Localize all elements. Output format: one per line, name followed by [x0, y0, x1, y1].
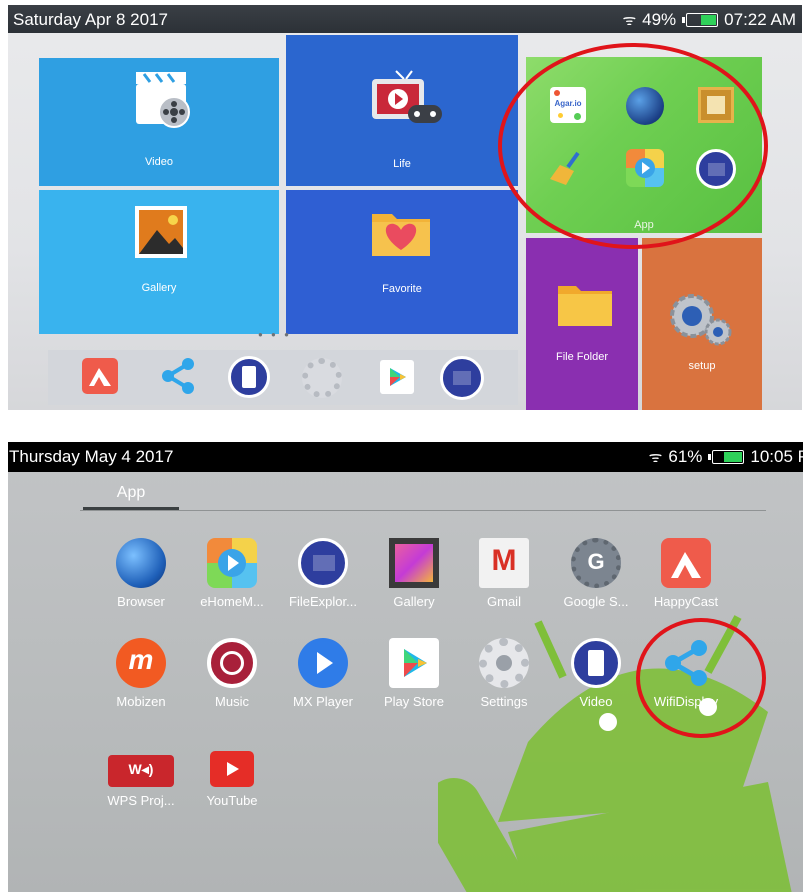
tv-gamepad-icon: [366, 65, 446, 130]
app-browser[interactable]: Browser: [97, 538, 185, 609]
tile-video[interactable]: Video: [39, 58, 279, 186]
browser-globe-icon: [116, 538, 166, 588]
app-label: Mobizen: [116, 694, 166, 709]
battery-fill: [701, 15, 717, 25]
app-label: Play Store: [384, 694, 444, 709]
app-label: Settings: [480, 694, 528, 709]
tile-setup[interactable]: setup: [642, 238, 762, 410]
app-label: HappyCast: [653, 594, 719, 609]
mx-player-icon: [298, 638, 348, 688]
setup-gears-icon: [666, 290, 736, 350]
status-right: ᯤ 49% 07:22 AM: [622, 10, 796, 30]
tile-favorite-label: Favorite: [382, 283, 422, 295]
play-store-icon[interactable]: [380, 360, 414, 394]
battery-percent: 61%: [668, 447, 703, 466]
dock: [48, 350, 518, 405]
youtube-icon: [210, 751, 254, 787]
tile-file-folder[interactable]: File Folder: [526, 238, 638, 410]
file-folder-icon: [556, 280, 614, 328]
app-gmail[interactable]: M Gmail: [460, 538, 548, 609]
folder-icon[interactable]: [440, 356, 484, 400]
app-label: Browser: [117, 594, 165, 609]
app-label: Video: [579, 694, 613, 709]
app-settings[interactable]: Settings: [460, 638, 548, 709]
favorite-folder-heart-icon: [370, 206, 432, 258]
mobizen-icon: m: [116, 638, 166, 688]
app-music[interactable]: Music: [188, 638, 276, 709]
tile-life[interactable]: Life: [286, 35, 518, 186]
gmail-icon: M: [479, 538, 529, 588]
app-mx-player[interactable]: MX Player: [279, 638, 367, 709]
status-right: ᯤ 61% 10:05 P: [649, 447, 803, 467]
status-time: 10:05 P: [750, 447, 803, 466]
app-ehomemedia[interactable]: eHomeM...: [188, 538, 276, 609]
app-label: WPS Proj...: [107, 793, 175, 808]
tab-divider: [80, 510, 766, 511]
share-icon[interactable]: [158, 356, 198, 396]
wifi-icon: ᯤ: [648, 449, 663, 466]
app-label: FileExplor...: [289, 594, 357, 609]
home-screen-panel: Saturday Apr 8 2017 ᯤ 49% 07:22 AM Video: [8, 5, 802, 410]
app-gallery[interactable]: Gallery: [370, 538, 458, 609]
app-label: Gallery: [393, 594, 435, 609]
tile-file-folder-label: File Folder: [556, 351, 608, 363]
battery-icon: [708, 450, 745, 464]
settings-gear-icon: [479, 638, 529, 688]
highlight-circle: [498, 43, 768, 249]
status-bar: Thursday May 4 2017 ᯤ 61% 10:05 P: [8, 442, 803, 472]
gallery-picture-icon: [133, 204, 189, 260]
status-time: 07:22 AM: [724, 10, 796, 29]
tile-gallery[interactable]: Gallery: [39, 190, 279, 334]
gmail-m-letter: M: [491, 544, 517, 577]
highlight-circle: [636, 618, 766, 738]
app-play-store[interactable]: Play Store: [370, 638, 458, 709]
wps-logo-text: W◂): [128, 761, 154, 777]
app-label: YouTube: [206, 793, 258, 808]
google-g-letter: G: [587, 549, 605, 574]
app-mobizen[interactable]: m Mobizen: [97, 638, 185, 709]
play-store-icon: [389, 638, 439, 688]
tile-setup-label: setup: [688, 360, 716, 372]
app-drawer-panel: Thursday May 4 2017 ᯤ 61% 10:05 P App Br…: [8, 442, 803, 892]
app-label: Gmail: [487, 594, 521, 609]
tile-life-label: Life: [393, 158, 411, 170]
video-clapper-icon: [134, 68, 194, 130]
battery-percent: 49%: [642, 10, 677, 29]
app-youtube[interactable]: YouTube: [188, 747, 276, 808]
app-google-settings[interactable]: G Google S...: [552, 538, 640, 609]
google-settings-icon: G: [571, 538, 621, 588]
wps-projector-icon: W◂): [108, 755, 174, 787]
app-video[interactable]: Video: [552, 638, 640, 709]
video-icon[interactable]: [228, 356, 270, 398]
app-happycast[interactable]: HappyCast: [642, 538, 730, 609]
status-date: Thursday May 4 2017: [9, 447, 174, 466]
tab-app[interactable]: App: [83, 478, 179, 510]
app-fileexplorer[interactable]: FileExplor...: [279, 538, 367, 609]
settings-icon[interactable]: [302, 358, 342, 398]
app-label: MX Player: [293, 694, 353, 709]
tile-video-label: Video: [145, 156, 173, 168]
app-label: Google S...: [563, 594, 629, 609]
status-bar: Saturday Apr 8 2017 ᯤ 49% 07:22 AM: [8, 5, 802, 33]
happycast-icon[interactable]: [82, 358, 118, 394]
video-film-icon: [571, 638, 621, 688]
gallery-icon: [389, 538, 439, 588]
battery-icon: [682, 13, 719, 27]
tile-gallery-label: Gallery: [141, 282, 177, 294]
wifi-icon: ᯤ: [622, 12, 637, 29]
mobizen-m-letter: m: [128, 644, 154, 675]
music-disc-icon: [207, 638, 257, 688]
happycast-icon: [661, 538, 711, 588]
battery-fill: [724, 452, 743, 462]
ehome-media-icon: [207, 538, 257, 588]
page-indicator: ● ● ●: [258, 330, 292, 339]
status-date: Saturday Apr 8 2017: [13, 10, 169, 29]
app-label: Music: [215, 694, 249, 709]
app-wps-projector[interactable]: W◂) WPS Proj...: [97, 747, 185, 808]
tile-favorite[interactable]: Favorite: [286, 190, 518, 334]
app-label: eHomeM...: [200, 594, 264, 609]
file-explorer-folder-icon: [298, 538, 348, 588]
